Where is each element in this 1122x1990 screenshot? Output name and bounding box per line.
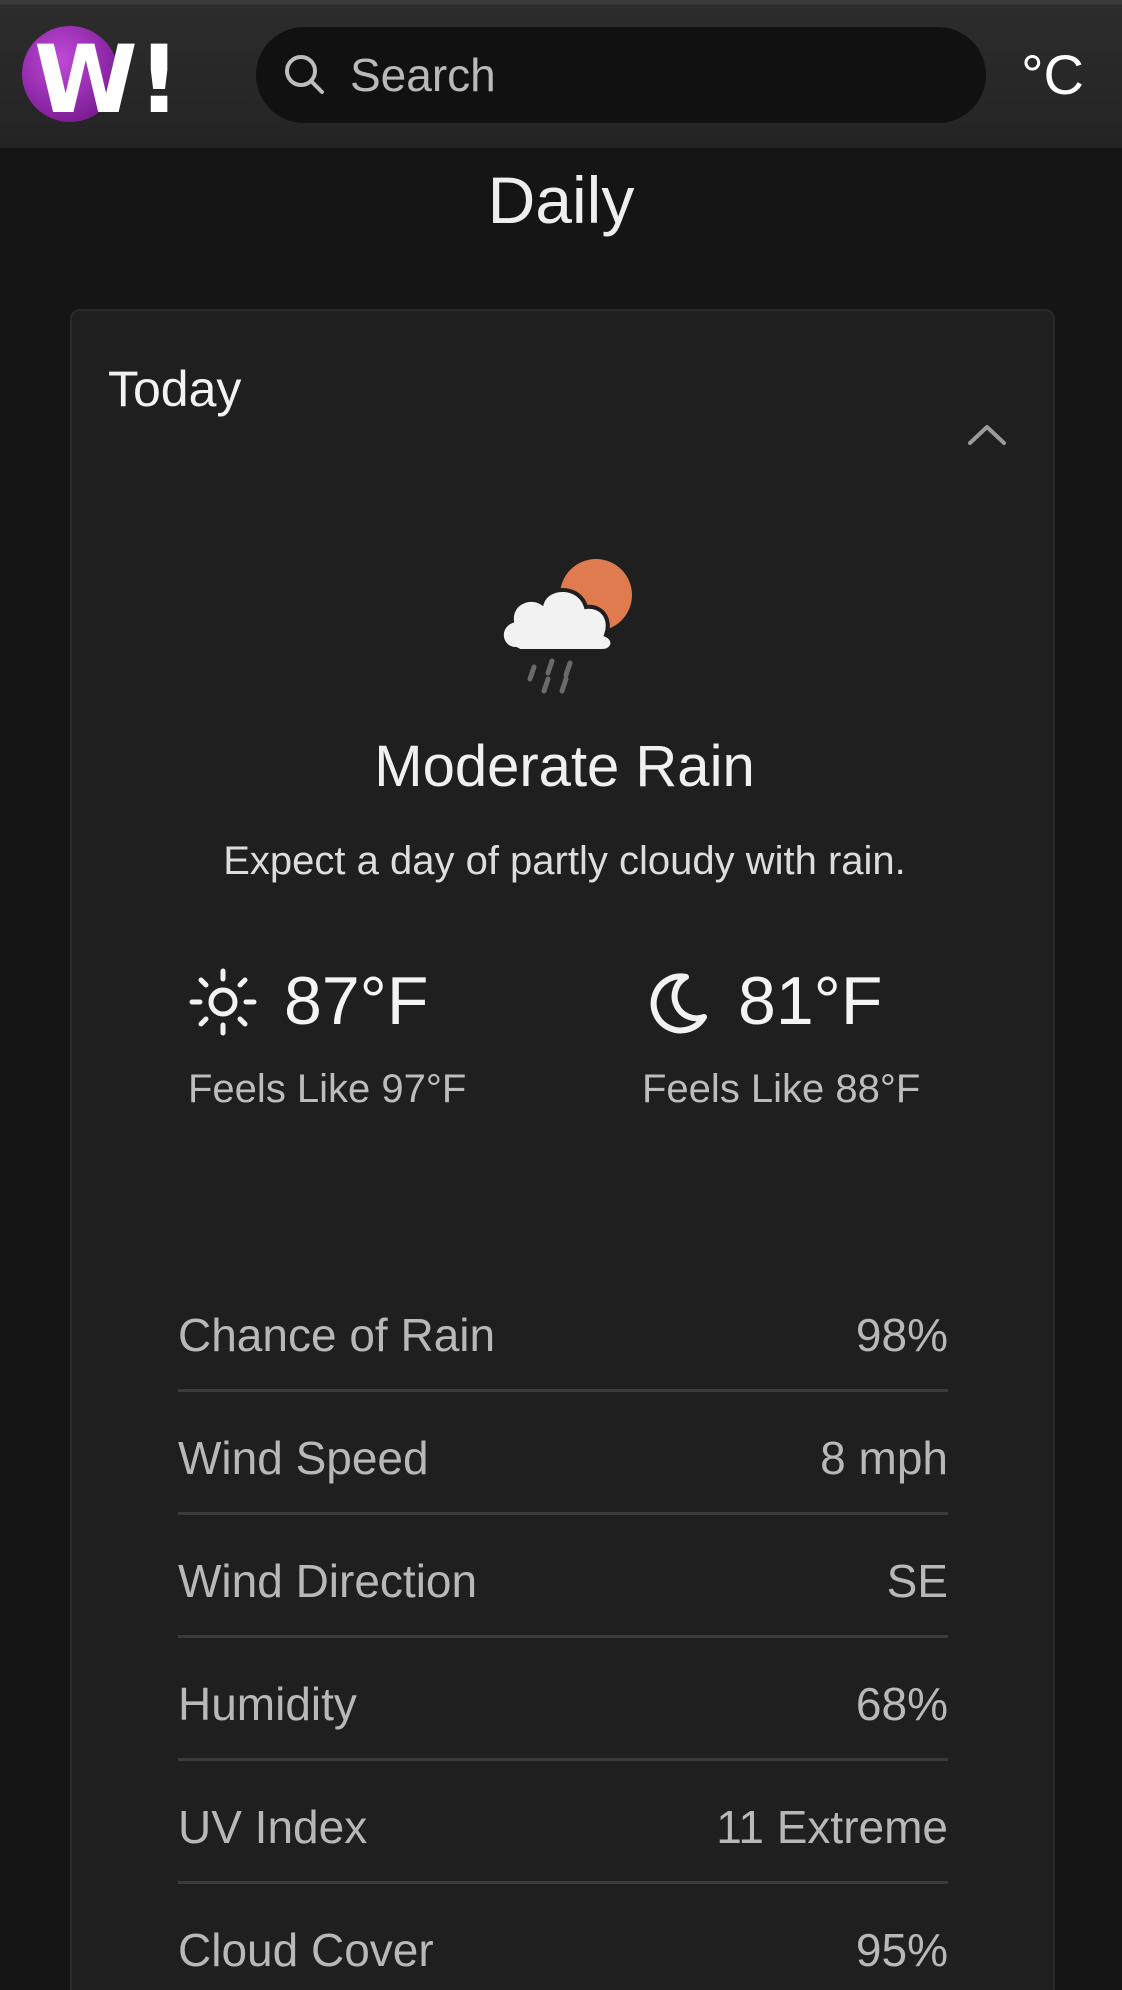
detail-row-chance-of-rain: Chance of Rain 98% xyxy=(178,1271,948,1392)
detail-label: Humidity xyxy=(178,1678,357,1730)
detail-row-wind-speed: Wind Speed 8 mph xyxy=(178,1394,948,1515)
search-input[interactable] xyxy=(350,27,950,123)
logo-text: W! xyxy=(34,26,181,126)
day-temperature: 87°F Feels Like 97°F xyxy=(188,961,518,1111)
detail-label: Cloud Cover xyxy=(178,1924,434,1976)
day-temp-value: 87°F xyxy=(284,963,429,1039)
night-feels-like: Feels Like 88°F xyxy=(642,1067,921,1111)
detail-value: 8 mph xyxy=(820,1432,948,1484)
moon-icon xyxy=(650,973,707,1034)
sun-icon xyxy=(189,968,257,1036)
detail-row-humidity: Humidity 68% xyxy=(178,1640,948,1761)
forecast-card: Today Moderate Rain Expect a day of part… xyxy=(70,309,1055,1990)
condition-title: Moderate Rain xyxy=(374,734,755,799)
site-logo[interactable]: W! xyxy=(22,22,182,126)
detail-value: SE xyxy=(886,1555,948,1607)
page-title: Daily xyxy=(487,163,635,237)
detail-value: 68% xyxy=(855,1678,948,1730)
detail-row-cloud-cover: Cloud Cover 95% xyxy=(178,1886,948,1990)
detail-value: 95% xyxy=(855,1924,948,1976)
card-day-label: Today xyxy=(108,361,242,417)
search-icon xyxy=(285,55,324,94)
unit-toggle-button[interactable]: °C xyxy=(1021,40,1084,110)
detail-row-wind-direction: Wind Direction SE xyxy=(178,1517,948,1638)
details-list: Chance of Rain 98% Wind Speed 8 mph Wind… xyxy=(178,1271,948,1990)
partly-cloudy-rain-icon xyxy=(500,559,632,694)
detail-label: Chance of Rain xyxy=(178,1309,496,1361)
day-feels-like: Feels Like 97°F xyxy=(188,1067,467,1111)
condition-summary: Expect a day of partly cloudy with rain. xyxy=(223,839,906,883)
daily-forecast-page: W! °C Daily Today Mo xyxy=(0,0,1122,1990)
chevron-up-icon xyxy=(968,425,1006,445)
detail-label: Wind Direction xyxy=(178,1555,478,1607)
w-exclaim-logo-icon: W! xyxy=(22,26,181,126)
night-temperature: 81°F Feels Like 88°F xyxy=(642,961,972,1111)
detail-label: Wind Speed xyxy=(178,1432,429,1484)
detail-value: 11 Extreme xyxy=(716,1801,948,1853)
detail-label: UV Index xyxy=(178,1801,368,1853)
detail-row-uv-index: UV Index 11 Extreme xyxy=(178,1763,948,1884)
collapse-button[interactable] xyxy=(962,413,1012,453)
search-bar[interactable] xyxy=(256,27,986,123)
detail-value: 98% xyxy=(855,1309,948,1361)
top-bar: W! °C xyxy=(0,0,1122,148)
night-temp-value: 81°F xyxy=(738,963,883,1039)
